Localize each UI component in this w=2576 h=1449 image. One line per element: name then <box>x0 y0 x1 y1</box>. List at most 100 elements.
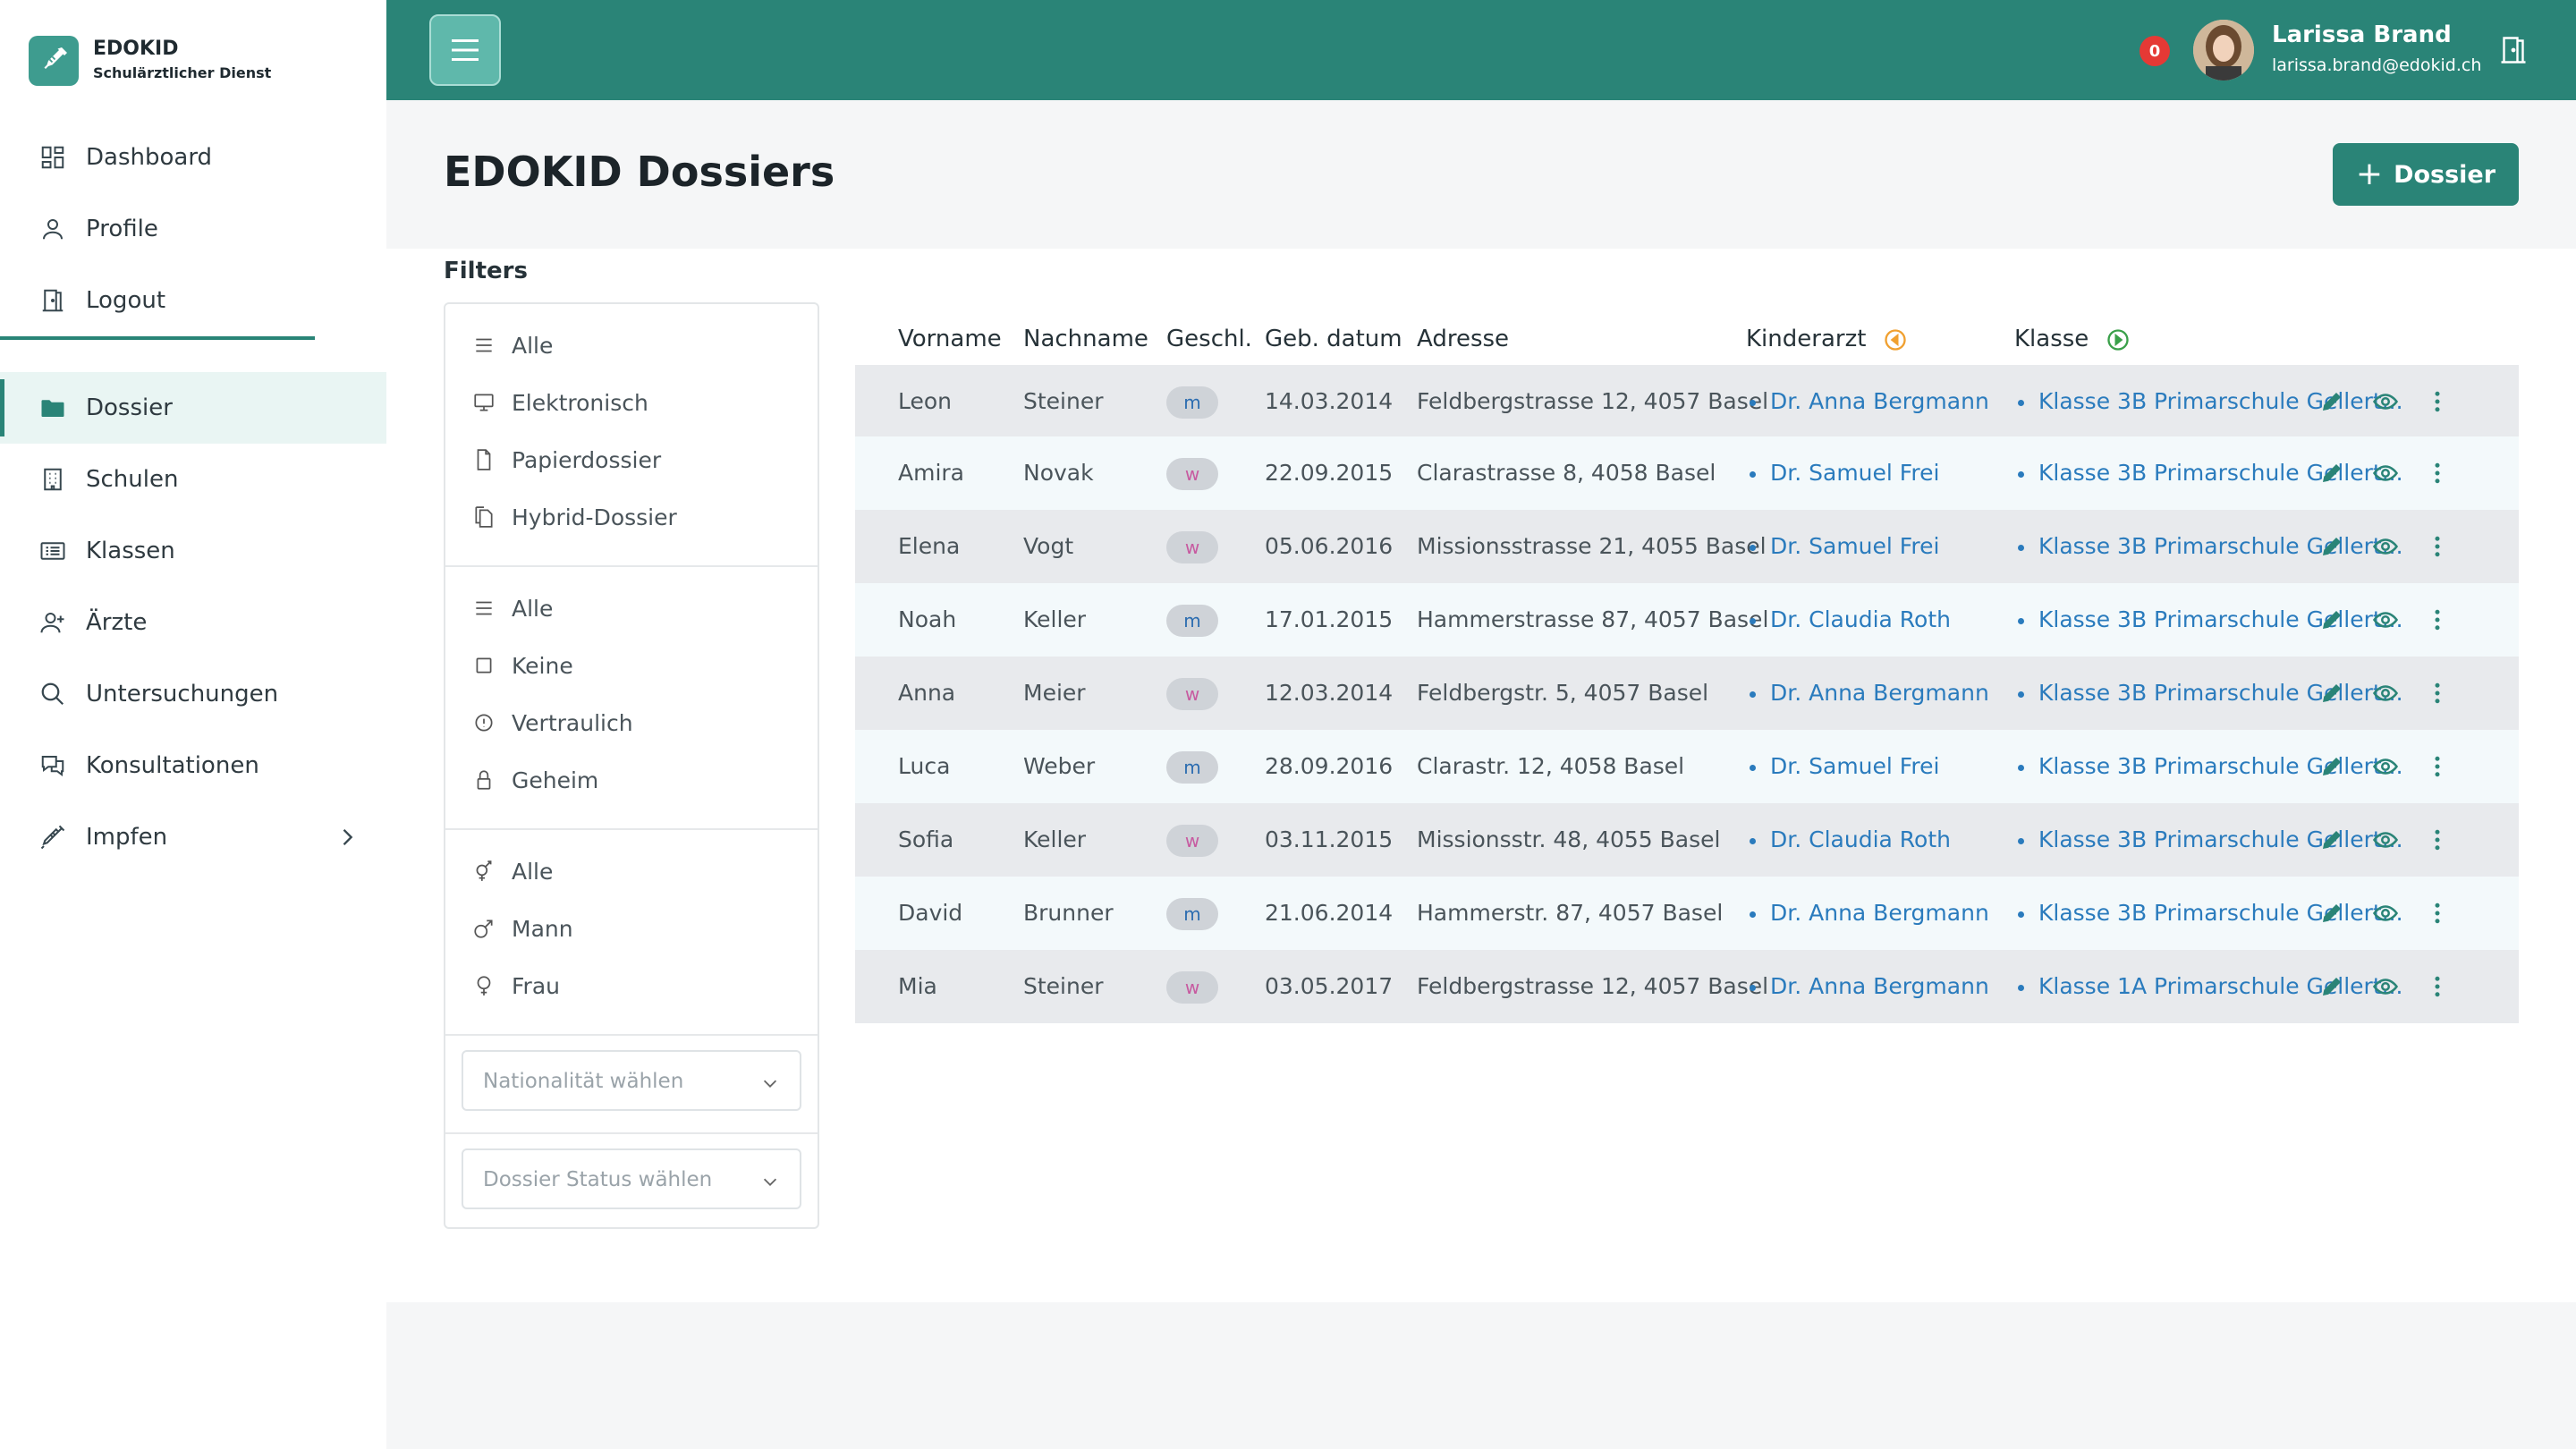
edit-pencil-icon[interactable] <box>2318 680 2345 707</box>
kinderarzt-link[interactable]: Dr. Samuel Frei <box>1750 510 1939 583</box>
col-geschl[interactable]: Geschl. <box>1166 324 1252 354</box>
filter-conf-geheim[interactable]: Geheim <box>472 762 598 798</box>
filter-type-alle[interactable]: Alle <box>472 327 553 363</box>
col-klasse[interactable]: Klasse <box>2014 324 2131 354</box>
col-vorname[interactable]: Vorname <box>898 324 1002 354</box>
edit-pencil-icon[interactable] <box>2318 388 2345 415</box>
edit-pencil-icon[interactable] <box>2318 460 2345 487</box>
filter-type-hybrid[interactable]: Hybrid-Dossier <box>472 499 677 535</box>
more-vertical-icon[interactable] <box>2424 388 2451 415</box>
view-eye-icon[interactable] <box>2372 826 2399 853</box>
view-eye-icon[interactable] <box>2372 973 2399 1000</box>
brand[interactable]: EDOKID Schulärztlicher Dienst <box>29 36 271 86</box>
sidebar-item-klassen[interactable]: Klassen <box>0 515 386 587</box>
edit-pencil-icon[interactable] <box>2318 533 2345 560</box>
sidebar-item-impfen[interactable]: Impfen <box>0 801 386 873</box>
cell-nachname: Keller <box>1023 826 1087 852</box>
kinderarzt-link[interactable]: Dr. Anna Bergmann <box>1750 365 1989 438</box>
col-kinderarzt[interactable]: Kinderarzt <box>1746 324 1908 354</box>
col-adresse[interactable]: Adresse <box>1417 324 1509 354</box>
table-row[interactable]: Elena Vogt 05.06.2016 Missionsstrasse 21, 4… <box>855 510 2519 583</box>
more-vertical-icon[interactable] <box>2424 826 2451 853</box>
view-eye-icon[interactable] <box>2372 753 2399 780</box>
sidebar-item-konsultationen[interactable]: Konsultationen <box>0 730 386 801</box>
filter-conf-vertraulich[interactable]: Vertraulich <box>472 705 633 741</box>
cell-vorname: David <box>898 900 963 926</box>
filter-gender-mann[interactable]: Mann <box>472 911 573 946</box>
table-row[interactable]: Anna Meier 12.03.2014 Feldbergstr. 5, 4057 … <box>855 657 2519 730</box>
table-row[interactable]: Sofia Keller 03.11.2015 Missionsstr. 48, 40… <box>855 803 2519 877</box>
lock-icon <box>477 770 491 790</box>
more-vertical-icon[interactable] <box>2424 606 2451 633</box>
sidebar-item-logout[interactable]: Logout <box>0 265 386 336</box>
cell-adresse: Feldbergstrasse 12, 4057 Basel <box>1417 973 1769 999</box>
filter-label: Mann <box>512 915 573 942</box>
table-row[interactable]: Luca Weber 28.09.2016 Clarastr. 12, 4058 Ba… <box>855 730 2519 803</box>
view-eye-icon[interactable] <box>2372 900 2399 927</box>
caret-left-circle-icon[interactable] <box>1883 327 1908 352</box>
view-eye-icon[interactable] <box>2372 460 2399 487</box>
more-vertical-icon[interactable] <box>2424 900 2451 927</box>
table-row[interactable]: Noah Keller 17.01.2015 Hammerstrasse 87, 40… <box>855 583 2519 657</box>
view-eye-icon[interactable] <box>2372 606 2399 633</box>
view-eye-icon[interactable] <box>2372 533 2399 560</box>
sidebar-item-untersuchungen[interactable]: Untersuchungen <box>0 658 386 730</box>
more-vertical-icon[interactable] <box>2424 533 2451 560</box>
kinderarzt-link[interactable]: Dr. Anna Bergmann <box>1750 877 1989 950</box>
filter-label: Alle <box>512 332 554 359</box>
sidebar-item-label: Dossier <box>86 394 173 421</box>
chat-icon <box>41 756 64 776</box>
cell-adresse: Hammerstr. 87, 4057 Basel <box>1417 900 1724 926</box>
caret-right-circle-icon[interactable] <box>2106 327 2131 352</box>
nationality-select[interactable]: Nationalität wählen <box>462 1050 801 1111</box>
kinderarzt-link[interactable]: Dr. Samuel Frei <box>1750 730 1939 803</box>
edit-pencil-icon[interactable] <box>2318 900 2345 927</box>
bullet-icon <box>1750 691 1756 698</box>
main-content: Filters Alle Elektronisch Papierdossier … <box>386 249 2576 1302</box>
view-eye-icon[interactable] <box>2372 680 2399 707</box>
sidebar-item-profile[interactable]: Profile <box>0 193 386 265</box>
col-nachname[interactable]: Nachname <box>1023 324 1148 354</box>
kinderarzt-link[interactable]: Dr. Samuel Frei <box>1750 436 1939 510</box>
col-klasse-label: Klasse <box>2014 326 2089 352</box>
more-vertical-icon[interactable] <box>2424 680 2451 707</box>
status-select[interactable]: Dossier Status wählen <box>462 1148 801 1209</box>
table-row[interactable]: Amira Novak 22.09.2015 Clarastrasse 8, 4058… <box>855 436 2519 510</box>
table-row[interactable]: David Brunner 21.06.2014 Hammerstr. 87, 405… <box>855 877 2519 950</box>
filter-gender-alle[interactable]: Alle <box>472 853 553 889</box>
add-dossier-button[interactable]: + Dossier <box>2333 143 2519 206</box>
topbar: 0 Larissa Brand larissa.brand@edokid.ch <box>386 0 2576 100</box>
sidebar-item-schulen[interactable]: Schulen <box>0 444 386 515</box>
filter-conf-alle[interactable]: Alle <box>472 590 553 626</box>
edit-pencil-icon[interactable] <box>2318 753 2345 780</box>
col-kinderarzt-label: Kinderarzt <box>1746 326 1867 352</box>
edit-pencil-icon[interactable] <box>2318 973 2345 1000</box>
notification-badge[interactable]: 0 <box>2140 36 2170 66</box>
sidebar-item-dashboard[interactable]: Dashboard <box>0 122 386 193</box>
more-vertical-icon[interactable] <box>2424 753 2451 780</box>
filter-conf-keine[interactable]: Keine <box>472 648 573 683</box>
more-vertical-icon[interactable] <box>2424 973 2451 1000</box>
gender-all-icon <box>476 860 492 881</box>
kinderarzt-link[interactable]: Dr. Claudia Roth <box>1750 803 1951 877</box>
kinderarzt-link[interactable]: Dr. Anna Bergmann <box>1750 950 1989 1023</box>
filter-type-papierdossier[interactable]: Papierdossier <box>472 442 661 478</box>
sidebar-item-dossier[interactable]: Dossier <box>0 372 386 444</box>
edit-pencil-icon[interactable] <box>2318 826 2345 853</box>
table-row[interactable]: Mia Steiner 03.05.2017 Feldbergstrasse 12, … <box>855 950 2519 1023</box>
kinderarzt-link[interactable]: Dr. Claudia Roth <box>1750 583 1951 657</box>
table-row[interactable]: Leon Steiner 14.03.2014 Feldbergstrasse 12,… <box>855 365 2519 438</box>
col-geb-datum[interactable]: Geb. datum <box>1265 324 1402 354</box>
cell-geb: 14.03.2014 <box>1265 388 1394 414</box>
filter-type-elektronisch[interactable]: Elektronisch <box>472 385 648 420</box>
logout-door-icon[interactable] <box>2497 34 2529 66</box>
menu-toggle-button[interactable] <box>429 14 501 86</box>
filter-gender-frau[interactable]: Frau <box>472 968 560 1004</box>
avatar[interactable] <box>2193 20 2254 80</box>
view-eye-icon[interactable] <box>2372 388 2399 415</box>
more-vertical-icon[interactable] <box>2424 460 2451 487</box>
cell-geb: 03.11.2015 <box>1265 826 1394 852</box>
kinderarzt-link[interactable]: Dr. Anna Bergmann <box>1750 657 1989 730</box>
sidebar-item-aerzte[interactable]: Ärzte <box>0 587 386 658</box>
edit-pencil-icon[interactable] <box>2318 606 2345 633</box>
